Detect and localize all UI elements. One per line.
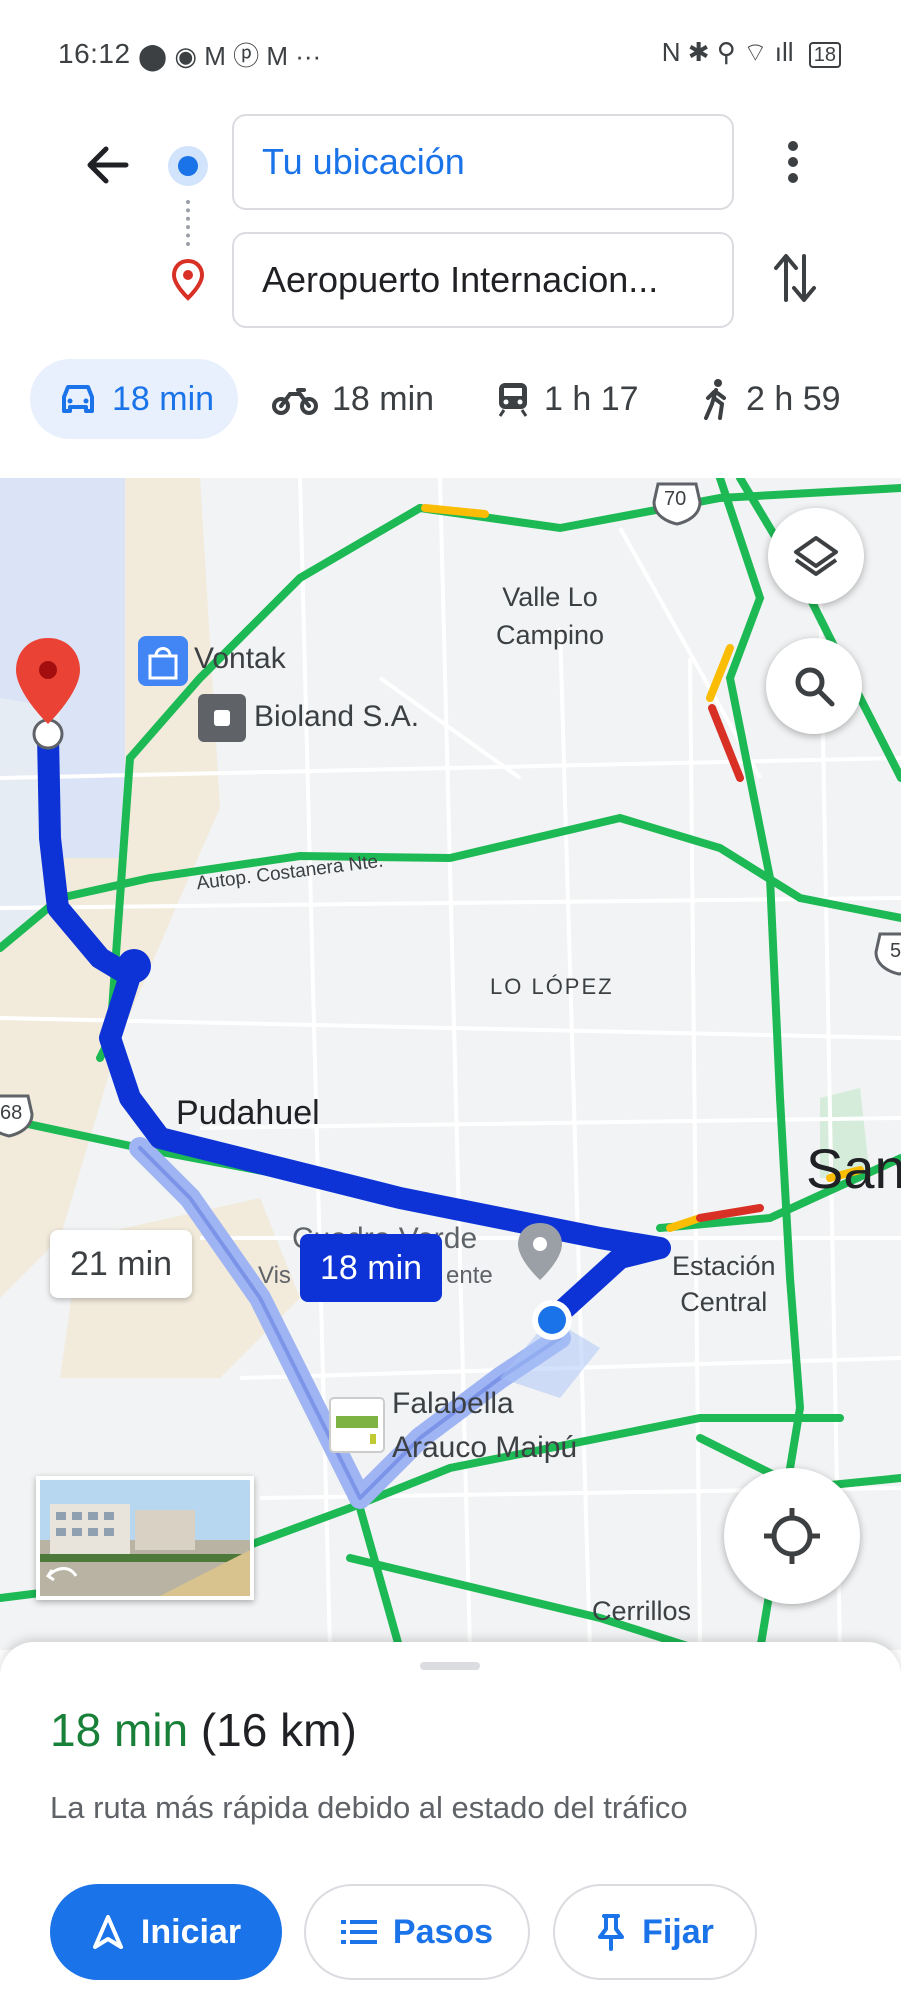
origin-input[interactable]: Tu ubicación (232, 114, 734, 210)
status-time: 16:12 (58, 38, 131, 69)
route-distance: (16 km) (200, 1704, 357, 1756)
swap-route-button[interactable] (770, 248, 820, 308)
label-pudahuel: Pudahuel (176, 1094, 320, 1132)
tab-driving[interactable]: 18 min (30, 359, 238, 439)
train-icon (498, 383, 528, 417)
label-lo-lopez: LO LÓPEZ (490, 974, 614, 999)
label-bioland[interactable]: Bioland S.A. (254, 700, 419, 734)
tab-transit-label: 1 h 17 (544, 379, 639, 418)
map-view[interactable]: 70 68 5 Valle Lo Campino Vontak Bioland … (0, 478, 901, 1650)
sheet-drag-handle[interactable] (420, 1662, 480, 1670)
battery-icon: 18 (808, 42, 841, 68)
my-location-button[interactable] (724, 1468, 860, 1604)
tab-driving-label: 18 min (112, 379, 215, 418)
route-70-shield-label: 70 (664, 488, 687, 510)
back-button[interactable] (78, 135, 138, 195)
my-location-icon (764, 1508, 820, 1564)
street-view-thumbnail[interactable] (36, 1476, 254, 1600)
label-vontak[interactable]: Vontak (194, 642, 286, 676)
tab-transit[interactable]: 1 h 17 (496, 359, 639, 439)
label-santiago-partial: San (806, 1137, 901, 1200)
arrow-back-icon (87, 146, 129, 184)
pin-button[interactable]: Fijar (553, 1884, 757, 1980)
origin-location-icon (168, 146, 208, 186)
more-options-button[interactable] (770, 132, 816, 192)
pin-button-label: Fijar (642, 1912, 714, 1951)
walk-icon (704, 379, 726, 420)
notification-icons: ⬤ ◉ M ⓟ M ··· (138, 41, 322, 71)
label-falabella[interactable]: Falabella Arauco Maipú (392, 1382, 577, 1470)
pin-icon (598, 1914, 625, 1951)
search-icon (795, 667, 835, 707)
status-bar: 16:12 ⬤ ◉ M ⓟ M ··· N ✱ ⚲ ⌔ ıll 18 (0, 0, 901, 110)
tab-motorcycle-label: 18 min (332, 379, 435, 418)
layers-icon (794, 536, 838, 576)
route-duration: 18 min (50, 1704, 189, 1756)
destination-input[interactable]: Aeropuerto Internacion... (232, 232, 734, 328)
list-icon (340, 1920, 377, 1944)
route-68-shield-label: 68 (0, 1102, 23, 1124)
system-icons: N ✱ ⚲ ⌔ ıll (661, 37, 794, 67)
destination-pin-icon (170, 258, 206, 302)
start-button-label: Iniciar (140, 1912, 242, 1951)
label-estacion-central: Estación Central (672, 1251, 776, 1317)
layers-button[interactable] (768, 508, 864, 604)
main-route-time-bubble[interactable]: 18 min (300, 1234, 443, 1302)
more-vert-icon (788, 141, 798, 183)
start-navigation-button[interactable]: Iniciar (50, 1884, 282, 1980)
steps-button[interactable]: Pasos (304, 1884, 530, 1980)
tab-walking[interactable]: 2 h 59 (700, 359, 841, 439)
tab-motorcycle[interactable]: 18 min (272, 359, 434, 439)
label-ente-partial: ente (446, 1262, 493, 1289)
route-note: La ruta más rápida debido al estado del … (50, 1790, 688, 1825)
alt-route-time-bubble[interactable]: 21 min (50, 1230, 193, 1298)
label-valle-lo-campino: Valle Lo Campino (496, 582, 605, 650)
motorcycle-icon (272, 388, 318, 415)
route-5-shield-label: 5 (890, 940, 901, 962)
car-icon (62, 385, 94, 413)
label-vista-partial: Vis (258, 1262, 291, 1289)
tab-walking-label: 2 h 59 (746, 379, 841, 418)
system-status-icons: N ✱ ⚲ ⌔ ıll 18 (662, 36, 841, 69)
navigation-arrow-icon (92, 1915, 123, 1949)
swap-vert-icon (774, 254, 816, 302)
route-connector-dots (186, 200, 190, 246)
label-cerrillos: Cerrillos (592, 1596, 692, 1626)
route-summary: 18 min (16 km) (50, 1703, 357, 1757)
steps-button-label: Pasos (392, 1912, 494, 1951)
search-along-route-button[interactable] (766, 638, 862, 734)
street-view-photo (40, 1480, 250, 1596)
